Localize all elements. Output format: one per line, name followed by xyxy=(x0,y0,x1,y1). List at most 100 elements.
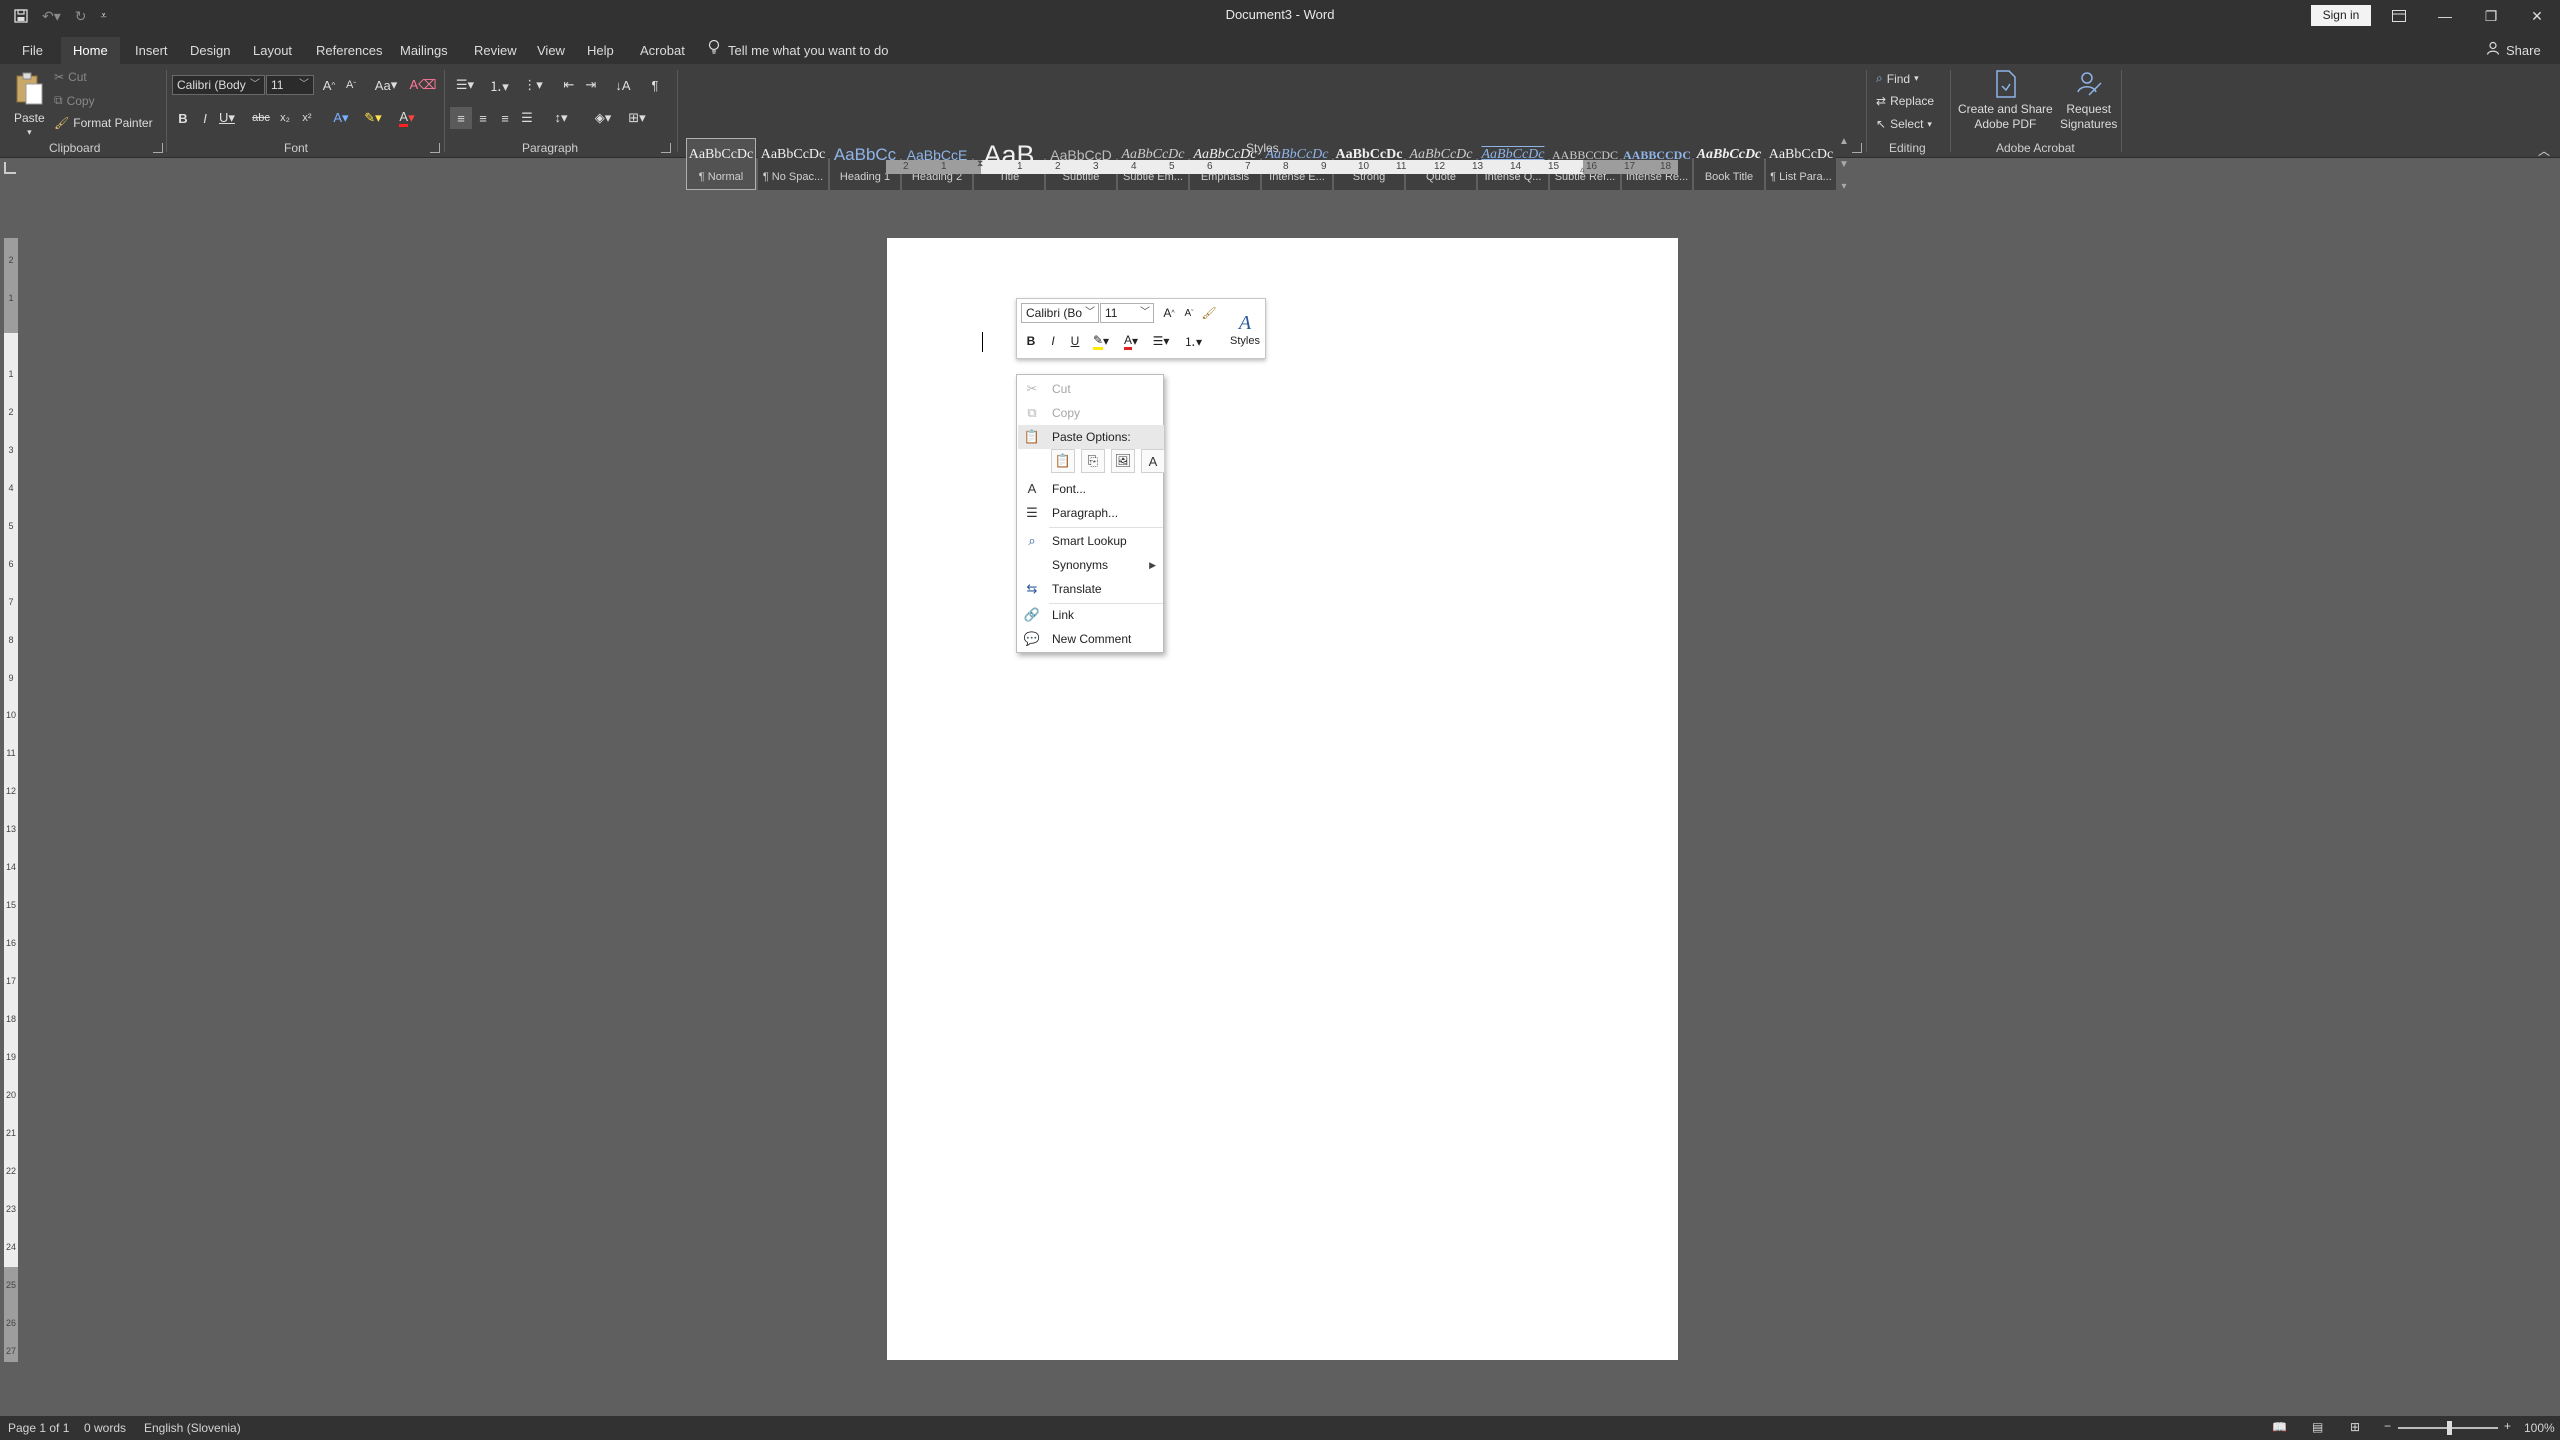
zoom-level[interactable]: 100% xyxy=(2524,1421,2555,1435)
increase-indent-icon[interactable]: ⇥ xyxy=(580,74,602,96)
menu-item-font[interactable]: A Font... xyxy=(1018,477,1164,501)
language-indicator[interactable]: English (Slovenia) xyxy=(144,1421,241,1435)
font-color-icon[interactable]: A ▾ xyxy=(392,107,422,129)
select-button[interactable]: ↖ Select ▾ xyxy=(1876,117,1932,131)
undo-icon[interactable]: ↶▾ xyxy=(42,8,61,25)
numbering-icon[interactable]: ⒈▾ xyxy=(1179,331,1207,351)
style-no-spacing[interactable]: AaBbCcDc ¶ No Spac... xyxy=(758,138,828,190)
clear-formatting-icon[interactable]: A⌫ xyxy=(409,74,436,96)
bullets-icon[interactable]: ☰▾ xyxy=(450,74,480,96)
grow-font-icon[interactable]: A ^ xyxy=(1159,303,1179,323)
zoom-slider-thumb[interactable] xyxy=(2447,1421,2452,1435)
request-signatures-button[interactable]: Request Signatures xyxy=(2060,70,2117,131)
shrink-font-icon[interactable]: Aˇ xyxy=(340,74,362,96)
justify-icon[interactable]: ☰ xyxy=(516,107,538,129)
bold-icon[interactable]: B xyxy=(172,107,194,129)
sort-icon[interactable]: ↓A xyxy=(612,74,634,96)
underline-icon[interactable]: U xyxy=(1065,331,1085,351)
italic-icon[interactable]: I xyxy=(194,107,216,129)
tab-file[interactable]: File xyxy=(20,37,45,64)
minimize-icon[interactable]: — xyxy=(2422,0,2468,32)
italic-icon[interactable]: I xyxy=(1043,331,1063,351)
share-button[interactable]: Share xyxy=(2486,37,2541,64)
paste-button[interactable]: Paste ▾ xyxy=(14,72,45,138)
paste-picture-icon[interactable]: 🖼 xyxy=(1111,449,1135,473)
right-indent-marker-icon[interactable]: ▵ xyxy=(1580,164,1585,175)
paste-merge-formatting-icon[interactable]: ⎘ xyxy=(1081,449,1105,473)
menu-item-cut[interactable]: ✂ Cut xyxy=(1018,377,1164,401)
clipboard-launcher-icon[interactable] xyxy=(153,143,163,153)
close-icon[interactable]: ✕ xyxy=(2514,0,2560,32)
menu-item-smart-lookup[interactable]: ⌕ Smart Lookup xyxy=(1018,529,1164,553)
find-button[interactable]: ⌕ Find ▾ xyxy=(1876,71,1919,86)
tab-selector-icon[interactable] xyxy=(4,162,16,174)
font-name-combo[interactable]: Calibri (Body ﹀ xyxy=(172,75,265,95)
paste-text-only-icon[interactable]: A xyxy=(1141,449,1165,473)
page-count[interactable]: Page 1 of 1 xyxy=(8,1421,69,1435)
tell-me-search[interactable]: Tell me what you want to do xyxy=(708,37,888,64)
tab-view[interactable]: View xyxy=(535,37,567,64)
underline-icon[interactable]: U▾ xyxy=(216,107,238,129)
cut-button[interactable]: ✂ Cut xyxy=(54,70,87,84)
print-layout-icon[interactable]: ▤ xyxy=(2312,1420,2323,1434)
multilevel-list-icon[interactable]: ⋮▾ xyxy=(518,74,548,96)
mini-font-name-combo[interactable]: Calibri (Bo ﹀ xyxy=(1021,303,1099,323)
bold-icon[interactable]: B xyxy=(1021,331,1041,351)
save-icon[interactable] xyxy=(14,9,28,23)
styles-launcher-icon[interactable] xyxy=(1852,143,1862,153)
menu-item-new-comment[interactable]: 💬 New Comment xyxy=(1018,627,1164,651)
tab-acrobat[interactable]: Acrobat xyxy=(638,37,687,64)
tab-home[interactable]: Home xyxy=(61,37,120,64)
show-marks-icon[interactable]: ¶ xyxy=(644,74,666,96)
word-count[interactable]: 0 words xyxy=(84,1421,126,1435)
paragraph-launcher-icon[interactable] xyxy=(661,143,671,153)
document-page[interactable] xyxy=(887,238,1678,1360)
decrease-indent-icon[interactable]: ⇤ xyxy=(558,74,580,96)
mini-font-size-combo[interactable]: 11 ﹀ xyxy=(1100,303,1154,323)
grow-font-icon[interactable]: A ^ xyxy=(318,74,340,96)
redo-icon[interactable]: ↻ xyxy=(75,8,87,25)
borders-icon[interactable]: ⊞▾ xyxy=(622,107,652,129)
copy-button[interactable]: ⧉ Copy xyxy=(54,93,95,108)
font-color-icon[interactable]: A ▾ xyxy=(1117,331,1145,351)
mini-styles-button[interactable]: A Styles xyxy=(1229,301,1261,357)
subscript-icon[interactable]: x₂ xyxy=(274,107,296,129)
paste-keep-source-icon[interactable]: 📋 xyxy=(1051,449,1075,473)
align-right-icon[interactable]: ≡ xyxy=(494,107,516,129)
ribbon-display-options-icon[interactable] xyxy=(2376,0,2422,32)
menu-item-translate[interactable]: ⇆ Translate xyxy=(1018,577,1164,601)
style-list-paragraph[interactable]: AaBbCcDc ¶ List Para... xyxy=(1766,138,1836,190)
tab-insert[interactable]: Insert xyxy=(133,37,170,64)
menu-item-synonyms[interactable]: Synonyms ▶ xyxy=(1018,553,1164,577)
tab-layout[interactable]: Layout xyxy=(251,37,294,64)
create-share-pdf-button[interactable]: Create and Share Adobe PDF xyxy=(1958,70,2053,131)
shrink-font-icon[interactable]: Aˇ xyxy=(1179,303,1199,323)
zoom-out-icon[interactable]: − xyxy=(2384,1419,2391,1433)
font-launcher-icon[interactable] xyxy=(430,143,440,153)
numbering-icon[interactable]: ⒈▾ xyxy=(484,74,514,96)
tab-help[interactable]: Help xyxy=(585,37,616,64)
shading-icon[interactable]: ◈▾ xyxy=(588,107,618,129)
zoom-in-icon[interactable]: + xyxy=(2504,1419,2511,1433)
vertical-ruler[interactable]: 2 1 1 2 3 4 5 6 7 8 9 10 11 12 13 14 15 … xyxy=(4,238,18,1362)
highlight-icon[interactable]: ✎▾ xyxy=(1087,331,1115,351)
strikethrough-icon[interactable]: abc xyxy=(250,107,272,129)
format-painter-icon[interactable]: 🖌 xyxy=(1199,303,1219,323)
line-spacing-icon[interactable]: ↕▾ xyxy=(546,107,576,129)
menu-item-paragraph[interactable]: ☰ Paragraph... xyxy=(1018,501,1164,525)
collapse-ribbon-icon[interactable]: ︿ xyxy=(2538,142,2550,159)
chevron-up-icon[interactable]: ▲ xyxy=(1839,136,1849,147)
bullets-icon[interactable]: ☰▾ xyxy=(1147,331,1175,351)
restore-icon[interactable]: ❐ xyxy=(2468,0,2514,32)
chevron-down-icon[interactable]: ▼ xyxy=(1839,159,1849,170)
style-book-title[interactable]: AaBbCcDc Book Title xyxy=(1694,138,1764,190)
customize-qat-icon[interactable]: ⩡ xyxy=(101,10,107,23)
change-case-button[interactable]: Aa ▾ xyxy=(368,74,404,96)
sign-in-button[interactable]: Sign in xyxy=(2311,5,2371,26)
indent-marker-icon[interactable]: ⧗ xyxy=(977,158,983,169)
menu-item-copy[interactable]: ⧉ Copy xyxy=(1018,401,1164,425)
read-mode-icon[interactable]: 📖 xyxy=(2272,1420,2287,1434)
horizontal-ruler[interactable]: 2 1 1 2 3 4 5 6 7 8 9 10 11 12 13 14 15 … xyxy=(886,158,1678,175)
tab-mailings[interactable]: Mailings xyxy=(398,37,450,64)
highlight-icon[interactable]: ✎▾ xyxy=(358,107,388,129)
